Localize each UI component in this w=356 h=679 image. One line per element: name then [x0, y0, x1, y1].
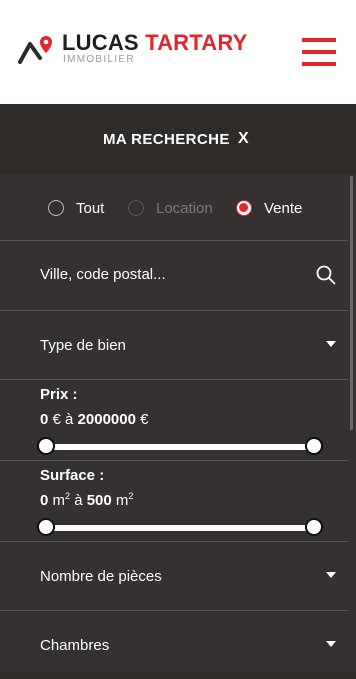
radio-tout[interactable]: Tout [48, 199, 104, 217]
range-values: 0 € à 2000000 € [40, 411, 148, 428]
select-label: Nombre de pièces [40, 568, 162, 585]
caret-down-icon [326, 341, 336, 347]
transaction-radio-group: Tout Location Vente [0, 174, 348, 240]
radio-label: Location [156, 199, 213, 217]
chambres-select[interactable]: Chambres [0, 611, 348, 679]
brand-logo[interactable]: LUCAS TARTARY IMMOBILIER [18, 30, 248, 70]
area-unit-exponent: 2 [128, 491, 134, 501]
hamburger-icon[interactable] [302, 38, 336, 66]
search-panel-header: MA RECHERCHE X [0, 104, 356, 174]
area-unit-exponent: 2 [65, 491, 71, 501]
currency-unit: € [140, 411, 149, 428]
range-title: Prix : [40, 386, 78, 403]
search-icon[interactable] [316, 265, 336, 285]
filters-list: Tout Location Vente Ville, code postal..… [0, 174, 356, 672]
radio-location[interactable]: Location [128, 199, 213, 217]
area-unit: m [52, 492, 66, 509]
brand-name-part2: TARTARY [145, 30, 248, 55]
type-de-bien-select[interactable]: Type de bien [0, 311, 348, 379]
radio-label: Vente [264, 199, 303, 217]
range-separator: à [74, 492, 83, 509]
range-min-value: 0 [40, 492, 49, 509]
logo-mark-icon [18, 36, 52, 64]
slider-max-handle[interactable] [305, 437, 323, 455]
surface-range: Surface : 0 m2 à 500 m2 [0, 461, 348, 541]
slider-min-handle[interactable] [37, 518, 55, 536]
slider-max-handle[interactable] [305, 518, 323, 536]
radio-circle [128, 200, 144, 216]
currency-unit: € [52, 411, 61, 428]
slider-track[interactable] [46, 525, 314, 531]
brand-subtitle: IMMOBILIER [63, 54, 135, 65]
brand-name: LUCAS TARTARY [62, 30, 248, 56]
panel-title: MA RECHERCHE [103, 131, 230, 148]
radio-label: Tout [76, 199, 105, 217]
search-placeholder: Ville, code postal... [40, 266, 166, 283]
search-panel: MA RECHERCHE X Tout Location Vente Ville… [0, 104, 356, 672]
brand-name-part1: LUCAS [62, 30, 139, 55]
site-header: LUCAS TARTARY IMMOBILIER [0, 0, 356, 104]
area-unit: m [115, 492, 129, 509]
radio-circle [48, 200, 64, 216]
slider-min-handle[interactable] [37, 437, 55, 455]
location-search-input[interactable]: Ville, code postal... [0, 241, 348, 309]
range-max-value: 2000000 [77, 411, 136, 428]
range-max-value: 500 [86, 492, 112, 509]
range-title: Surface : [40, 467, 105, 484]
radio-vente[interactable]: Vente [236, 199, 302, 217]
caret-down-icon [326, 572, 336, 578]
close-button[interactable]: X [238, 130, 249, 148]
prix-range: Prix : 0 € à 2000000 € [0, 380, 348, 460]
slider-track[interactable] [46, 444, 314, 450]
range-values: 0 m2 à 500 m2 [40, 491, 134, 510]
select-label: Chambres [40, 637, 110, 654]
caret-down-icon [326, 641, 336, 647]
select-label: Type de bien [40, 337, 126, 354]
nombre-de-pieces-select[interactable]: Nombre de pièces [0, 542, 348, 610]
range-separator: à [65, 411, 74, 428]
scrollbar[interactable] [350, 176, 353, 430]
radio-circle-checked [236, 200, 252, 216]
range-min-value: 0 [40, 411, 49, 428]
